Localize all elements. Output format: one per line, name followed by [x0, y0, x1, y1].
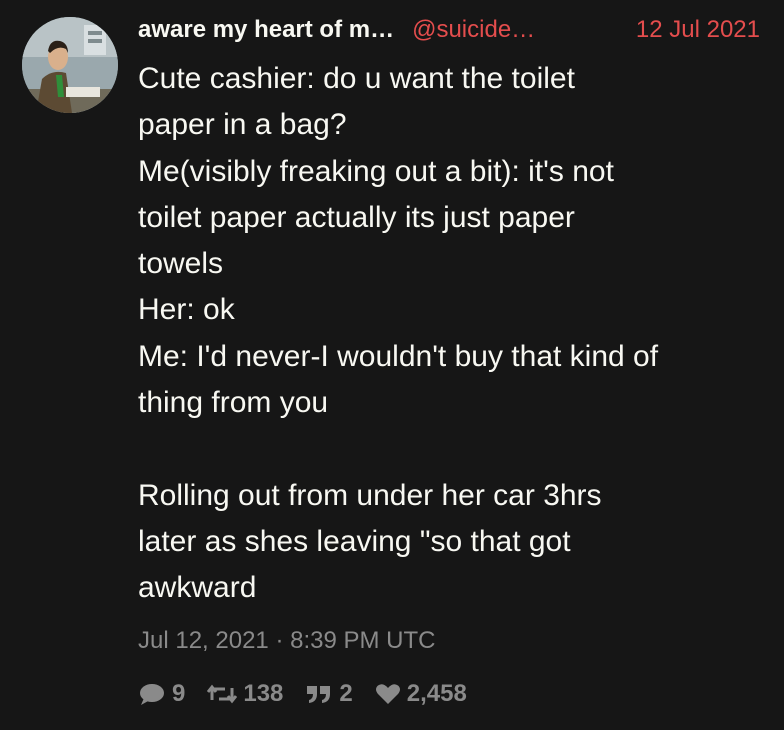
- tweet-stats: 9 138 2 2,458: [138, 674, 489, 714]
- content-line: Me(visibly freaking out a bit): it's not: [138, 154, 614, 188]
- content-line: toilet paper actually its just paper: [138, 200, 575, 234]
- content-line: Me: I'd never-I wouldn't buy that kind o…: [138, 339, 659, 373]
- comment-icon: [140, 684, 164, 705]
- retweets-count: 138: [243, 680, 284, 707]
- tweet-card: aware my heart of m… @suicide… 12 Jul 202…: [0, 0, 784, 730]
- content-line: awkward: [138, 571, 257, 605]
- tweet-published-date[interactable]: Jul 12, 2021 · 8:39 PM UTC: [138, 624, 435, 658]
- quote-icon: [307, 686, 331, 703]
- fullname-link[interactable]: aware my heart of m…: [138, 16, 394, 43]
- content-line: paper in a bag?: [138, 108, 347, 142]
- likes-stat[interactable]: 2,458: [375, 680, 467, 708]
- avatar-image: [22, 17, 118, 113]
- content-line: Rolling out from under her car 3hrs: [138, 478, 602, 512]
- heart-icon: [375, 684, 400, 704]
- content-line: thing from you: [138, 386, 329, 420]
- retweets-stat[interactable]: 138: [207, 680, 283, 708]
- replies-stat[interactable]: 9: [138, 680, 185, 708]
- quotes-stat[interactable]: 2: [305, 680, 353, 708]
- content-line: towels: [138, 247, 224, 281]
- retweet-icon: [207, 684, 238, 704]
- username-link[interactable]: @suicide…: [412, 16, 535, 43]
- content-line: later as shes leaving "so that got: [138, 524, 571, 558]
- tweet-content: Cute cashier: do u want the toilet paper…: [138, 56, 774, 612]
- likes-count: 2,458: [406, 680, 467, 707]
- avatar[interactable]: [22, 17, 118, 113]
- content-line: Her: ok: [138, 293, 235, 327]
- tweet-header: aware my heart of m… @suicide… 12 Jul 202…: [138, 14, 768, 46]
- quotes-count: 2: [339, 680, 353, 707]
- replies-count: 9: [172, 680, 186, 707]
- tweet-date-link[interactable]: 12 Jul 2021: [636, 14, 760, 46]
- content-line: Cute cashier: do u want the toilet: [138, 62, 575, 95]
